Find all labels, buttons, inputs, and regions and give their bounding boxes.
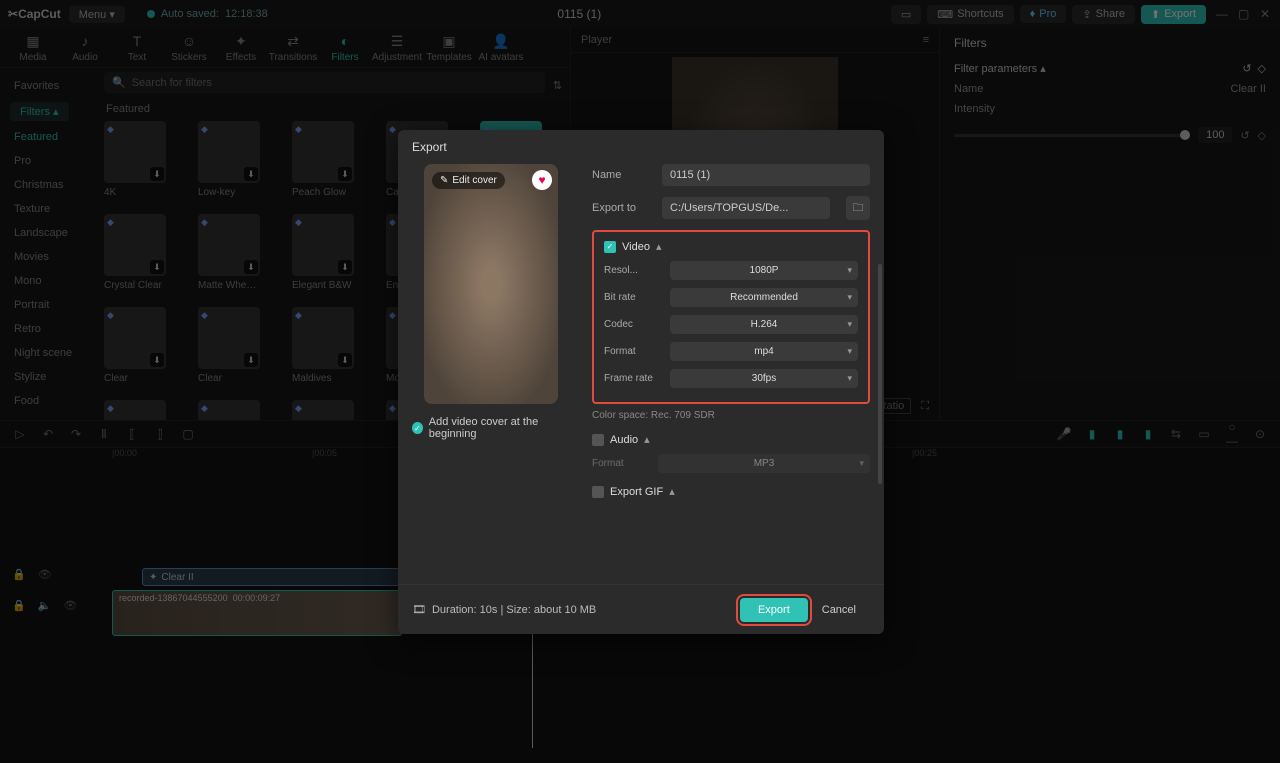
add-cover-checkbox[interactable]: ✓ <box>412 422 423 434</box>
export-name-label: Name <box>592 169 652 181</box>
film-icon: 🎞 <box>412 603 426 616</box>
dialog-scrollbar[interactable] <box>878 264 882 484</box>
video-checkbox[interactable]: ✓ <box>604 241 616 253</box>
export-cover-preview[interactable]: ✎ Edit cover ♥ <box>424 164 558 404</box>
export-dialog: Export ✎ Edit cover ♥ ✓ Add video cover … <box>398 130 884 634</box>
gif-header: Export GIF <box>610 486 663 498</box>
audio-format-select: MP3▾ <box>658 454 870 473</box>
video-settings-box: ✓ Video ▴ Resol...1080P▾Bit rateRecommen… <box>592 230 870 404</box>
add-cover-label: Add video cover at the beginning <box>429 416 572 440</box>
chevron-up-icon[interactable]: ▴ <box>669 485 675 498</box>
export-to-label: Export to <box>592 202 652 214</box>
audio-checkbox[interactable] <box>592 434 604 446</box>
color-space-note: Color space: Rec. 709 SDR <box>592 410 870 421</box>
chevron-up-icon[interactable]: ▴ <box>656 240 662 253</box>
audio-format-label: Format <box>592 458 648 469</box>
favorite-icon[interactable]: ♥ <box>532 170 552 190</box>
video-header: Video <box>622 241 650 253</box>
browse-folder-button[interactable]: 🗀 <box>846 196 870 220</box>
setting-codec[interactable]: H.264▾ <box>670 315 858 334</box>
setting-resol-[interactable]: 1080P▾ <box>670 261 858 280</box>
chevron-up-icon[interactable]: ▴ <box>644 433 650 446</box>
setting-frame-rate[interactable]: 30fps▾ <box>670 369 858 388</box>
audio-header: Audio <box>610 434 638 446</box>
export-confirm-button[interactable]: Export <box>740 598 808 622</box>
export-duration: Duration: 10s | Size: about 10 MB <box>432 604 596 616</box>
setting-format[interactable]: mp4▾ <box>670 342 858 361</box>
export-cancel-button[interactable]: Cancel <box>808 598 870 622</box>
export-dialog-title: Export <box>398 130 884 164</box>
gif-checkbox[interactable] <box>592 486 604 498</box>
setting-bit-rate[interactable]: Recommended▾ <box>670 288 858 307</box>
export-name-input[interactable]: 0115 (1) <box>662 164 870 186</box>
edit-cover-button[interactable]: ✎ Edit cover <box>432 172 505 189</box>
export-to-input[interactable]: C:/Users/TOPGUS/De... <box>662 197 830 219</box>
